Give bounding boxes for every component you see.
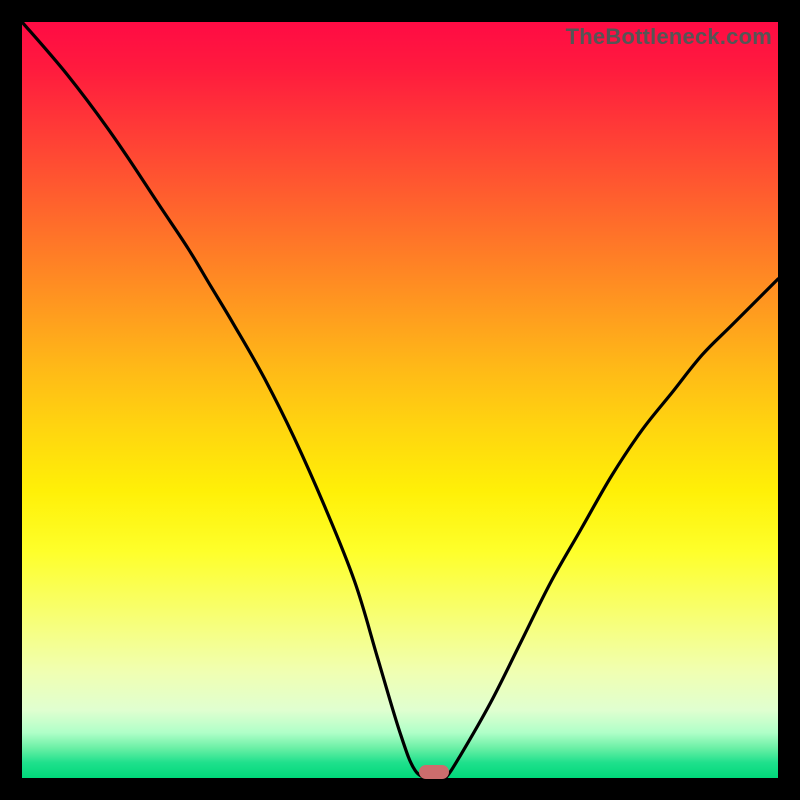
curve-path: [22, 22, 778, 778]
optimal-marker: [419, 765, 449, 779]
plot-area: TheBottleneck.com: [22, 22, 778, 778]
chart-frame: TheBottleneck.com: [0, 0, 800, 800]
bottleneck-curve: [22, 22, 778, 778]
